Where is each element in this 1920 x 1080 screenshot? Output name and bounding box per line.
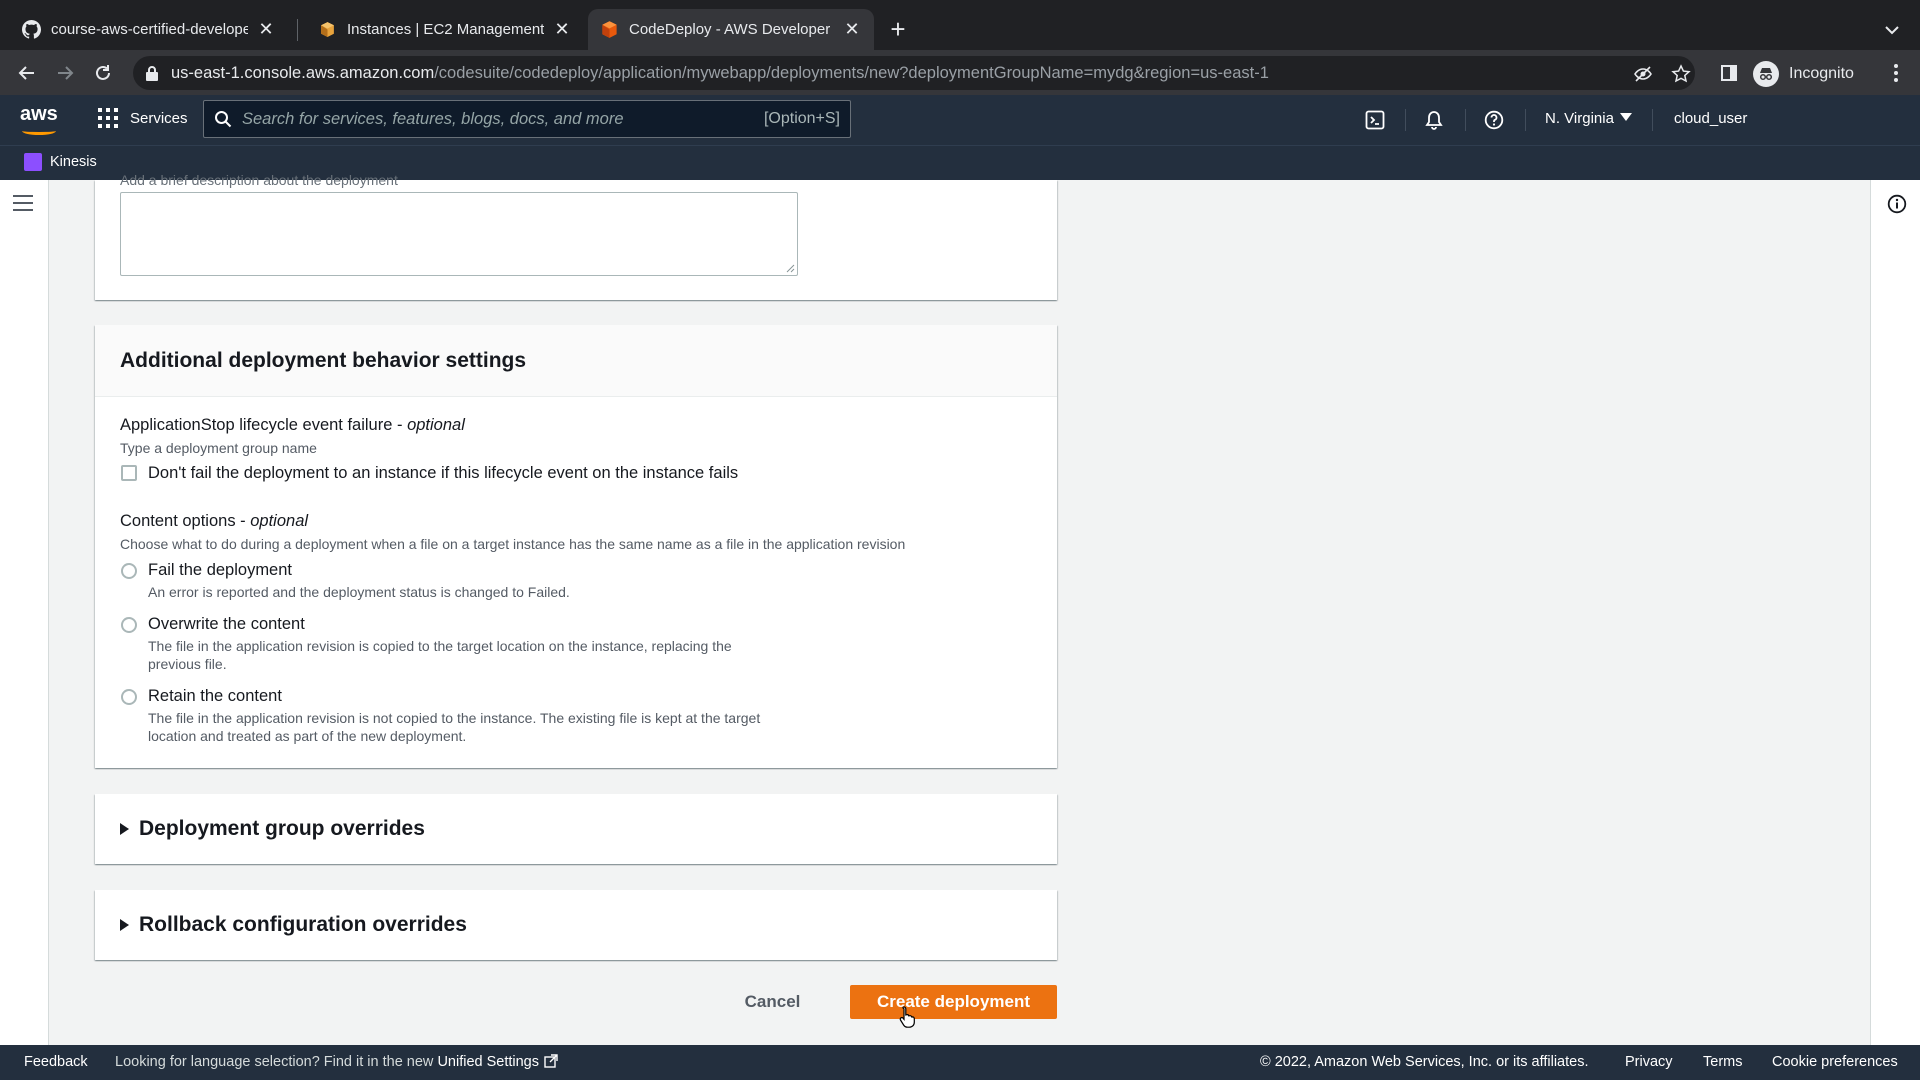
aws-top-nav: aws Services Search for services, featur… [0, 95, 1920, 145]
star-icon[interactable] [1670, 63, 1692, 85]
appstop-checkbox-label[interactable]: Don't fail the deployment to an instance… [148, 464, 738, 483]
unified-settings-link[interactable]: Unified Settings [437, 1054, 539, 1070]
terms-link[interactable]: Terms [1703, 1054, 1742, 1070]
close-icon[interactable]: ✕ [256, 19, 276, 40]
tab-title: CodeDeploy - AWS Developer [629, 21, 831, 38]
github-icon [22, 20, 41, 39]
profile-label: Incognito [1789, 65, 1854, 82]
browser-tab-codedeploy[interactable]: CodeDeploy - AWS Developer ✕ [588, 9, 874, 50]
resize-grip-icon[interactable] [786, 264, 795, 273]
section-title: Deployment group overrides [139, 817, 425, 840]
browser-tab-github[interactable]: course-aws-certified-develope ✕ [10, 9, 288, 50]
additional-settings-panel: Additional deployment behavior settings … [95, 325, 1057, 768]
appstop-desc: Type a deployment group name [120, 440, 317, 456]
reload-icon[interactable] [88, 58, 118, 88]
appstop-checkbox[interactable] [121, 465, 137, 481]
chevron-down-icon[interactable] [1880, 18, 1904, 42]
deployment-group-overrides-section[interactable]: Deployment group overrides [95, 794, 1057, 864]
radio-fail-label[interactable]: Fail the deployment [148, 561, 292, 580]
divider [1525, 109, 1526, 131]
eye-off-icon[interactable] [1632, 63, 1654, 85]
copyright: © 2022, Amazon Web Services, Inc. or its… [1260, 1054, 1589, 1070]
grid-icon [98, 108, 118, 128]
tab-title: Instances | EC2 Management C [347, 21, 544, 38]
divider [1465, 109, 1466, 131]
section-title: Rollback configuration overrides [139, 913, 467, 936]
description-textarea[interactable] [120, 192, 798, 276]
close-icon[interactable]: ✕ [552, 19, 572, 40]
left-nav-rail [0, 180, 49, 1045]
new-tab-plus-icon[interactable]: + [884, 16, 912, 44]
lock-icon [145, 65, 159, 86]
aws-box-icon [318, 20, 337, 39]
radio-retain-desc: The file in the application revision is … [148, 710, 761, 744]
account-menu[interactable]: cloud_user [1674, 110, 1747, 127]
search-icon [204, 110, 242, 128]
close-icon[interactable]: ✕ [842, 19, 862, 40]
language-notice: Looking for language selection? Find it … [115, 1054, 558, 1070]
search-shortcut: [Option+S] [763, 110, 840, 127]
radio-overwrite-label[interactable]: Overwrite the content [148, 615, 305, 634]
rollback-overrides-section[interactable]: Rollback configuration overrides [95, 890, 1057, 960]
feedback-link[interactable]: Feedback [24, 1054, 88, 1070]
right-tools-rail [1870, 180, 1920, 1045]
forward-arrow-icon[interactable] [50, 58, 80, 88]
divider [1405, 109, 1406, 131]
favorite-kinesis[interactable]: Kinesis [24, 153, 97, 171]
caret-down-icon [1619, 113, 1632, 121]
appstop-label: ApplicationStop lifecycle event failure … [120, 416, 465, 434]
search-placeholder: Search for services, features, blogs, do… [242, 109, 624, 128]
tab-title: course-aws-certified-develope [51, 21, 248, 38]
address-bar[interactable]: us-east-1.console.aws.amazon.com/codesui… [133, 56, 1695, 90]
more-vert-icon[interactable] [1886, 62, 1906, 84]
codedeploy-icon [600, 20, 619, 39]
privacy-link[interactable]: Privacy [1625, 1054, 1673, 1070]
description-hint: Add a brief description about the deploy… [120, 172, 398, 188]
radio-fail[interactable] [121, 563, 137, 579]
panel-title: Additional deployment behavior settings [120, 348, 527, 372]
browser-toolbar: us-east-1.console.aws.amazon.com/codesui… [0, 50, 1920, 95]
create-deployment-button[interactable]: Create deployment [850, 985, 1057, 1019]
services-menu-button[interactable]: Services [98, 108, 188, 128]
external-link-icon [544, 1054, 558, 1068]
bell-icon[interactable] [1422, 108, 1446, 132]
url-text: us-east-1.console.aws.amazon.com/codesui… [171, 64, 1269, 82]
cookie-preferences-link[interactable]: Cookie preferences [1772, 1054, 1898, 1070]
radio-retain[interactable] [121, 689, 137, 705]
browser-tab-ec2[interactable]: Instances | EC2 Management C ✕ [306, 9, 584, 50]
aws-logo[interactable]: aws [20, 103, 58, 135]
panel-header: Additional deployment behavior settings [95, 325, 1057, 397]
radio-retain-label[interactable]: Retain the content [148, 687, 282, 706]
tab-divider [297, 19, 298, 41]
info-icon[interactable] [1887, 194, 1907, 214]
hamburger-menu-icon[interactable] [13, 195, 33, 211]
search-input[interactable]: Search for services, features, blogs, do… [203, 100, 851, 138]
caret-right-icon [120, 823, 129, 835]
region-selector[interactable]: N. Virginia [1545, 110, 1632, 127]
incognito-profile[interactable]: Incognito [1753, 61, 1854, 87]
radio-overwrite[interactable] [121, 617, 137, 633]
services-label: Services [130, 109, 188, 127]
divider [1652, 109, 1653, 131]
browser-tab-strip: course-aws-certified-develope ✕ Instance… [0, 0, 1920, 50]
cancel-button[interactable]: Cancel [730, 985, 815, 1019]
side-panel-icon[interactable] [1714, 58, 1744, 88]
kinesis-icon [24, 153, 42, 171]
hand-cursor-icon [899, 1006, 915, 1028]
content-options-label: Content options - optional [120, 512, 309, 530]
description-panel: Add a brief description about the deploy… [95, 172, 1057, 300]
caret-right-icon [120, 919, 129, 931]
radio-fail-desc: An error is reported and the deployment … [148, 584, 570, 600]
content-options-desc: Choose what to do during a deployment wh… [120, 536, 906, 552]
incognito-icon [1753, 61, 1779, 87]
console-footer: Feedback Looking for language selection?… [0, 1045, 1920, 1080]
radio-overwrite-desc: The file in the application revision is … [148, 638, 732, 672]
help-icon[interactable] [1482, 108, 1506, 132]
cloudshell-icon[interactable] [1363, 108, 1387, 132]
back-arrow-icon[interactable] [12, 58, 42, 88]
